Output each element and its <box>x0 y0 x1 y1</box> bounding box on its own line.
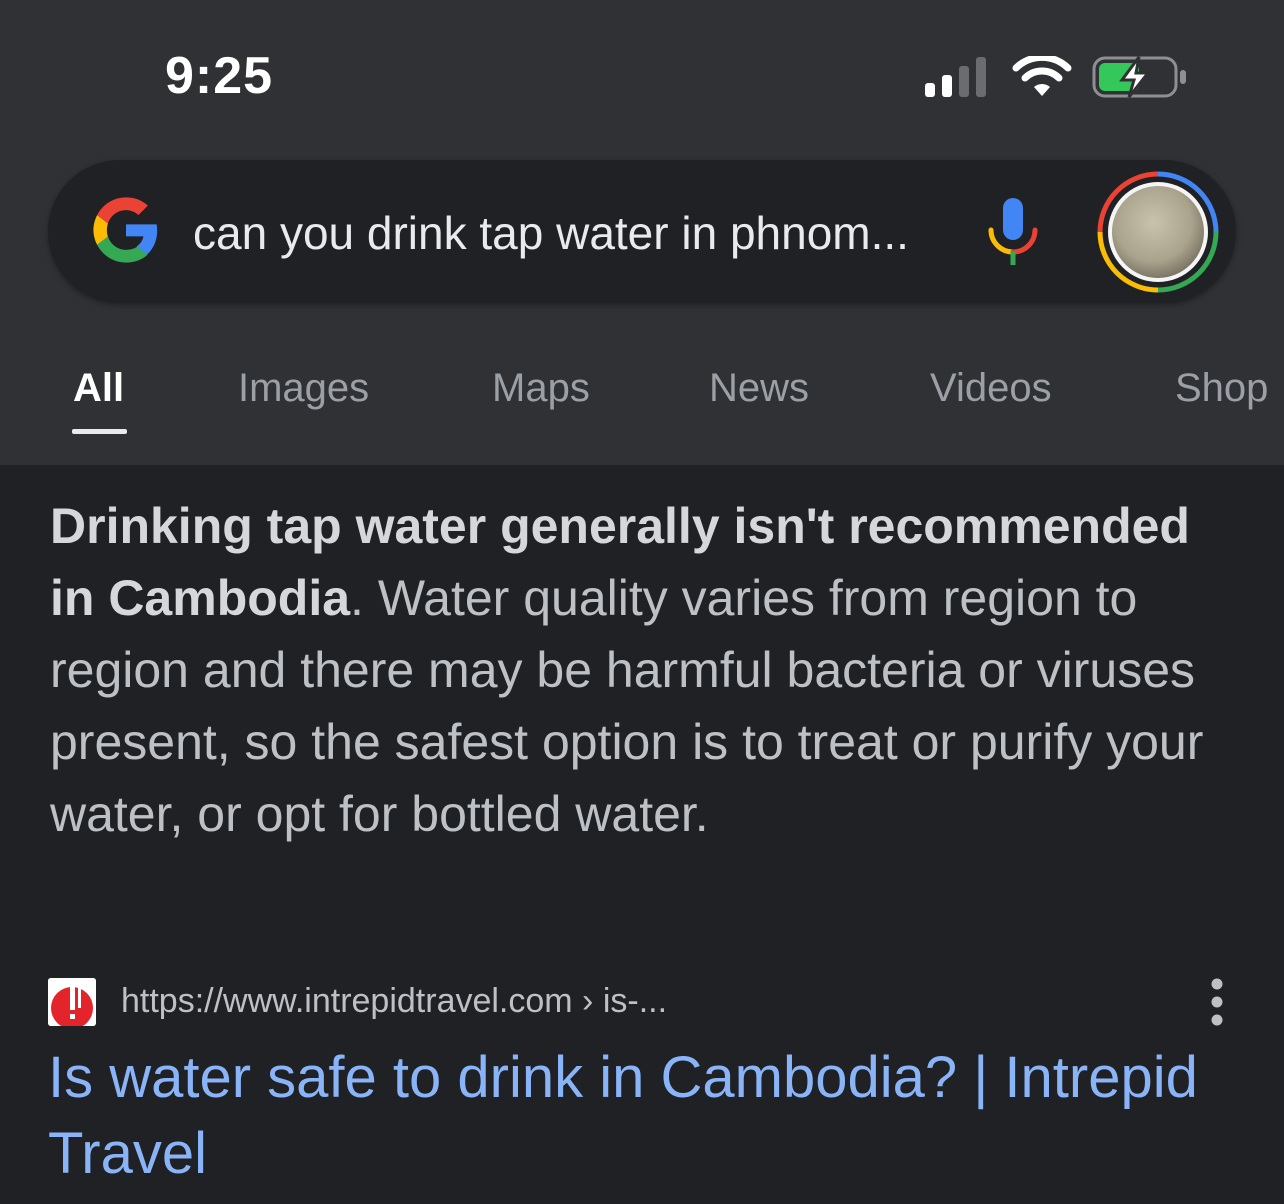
tab-shopping[interactable]: Shop <box>1175 366 1268 411</box>
header: 9:25 can you drink tap water in phnom...… <box>0 0 1284 465</box>
wifi-icon <box>1012 56 1072 96</box>
cellular-signal-icon <box>925 57 986 97</box>
featured-snippet: Drinking tap water generally isn't recom… <box>50 490 1240 850</box>
active-tab-indicator <box>72 429 127 434</box>
account-avatar[interactable] <box>1096 170 1220 294</box>
tab-maps[interactable]: Maps <box>492 366 590 411</box>
search-tabs: All Images Maps News Videos Shop <box>0 360 1284 440</box>
tab-images[interactable]: Images <box>238 366 369 411</box>
search-input[interactable]: can you drink tap water in phnom... <box>193 206 948 260</box>
status-time: 9:25 <box>165 47 274 105</box>
result-source: https://www.intrepidtravel.com › is-... <box>48 978 1238 1028</box>
battery-charging-icon <box>1092 56 1186 98</box>
tab-videos[interactable]: Videos <box>930 366 1052 411</box>
microphone-icon[interactable] <box>985 196 1041 268</box>
result-url[interactable]: https://www.intrepidtravel.com › is-... <box>121 982 667 1021</box>
search-results-page: 9:25 can you drink tap water in phnom...… <box>0 0 1284 1204</box>
intrepid-favicon-icon <box>48 978 96 1026</box>
tab-all[interactable]: All <box>73 366 124 411</box>
result-title-link[interactable]: Is water safe to drink in Cambodia? | In… <box>48 1040 1198 1192</box>
more-vert-icon[interactable] <box>1200 972 1234 1032</box>
tab-news[interactable]: News <box>709 366 809 411</box>
google-logo-icon[interactable] <box>92 196 160 264</box>
